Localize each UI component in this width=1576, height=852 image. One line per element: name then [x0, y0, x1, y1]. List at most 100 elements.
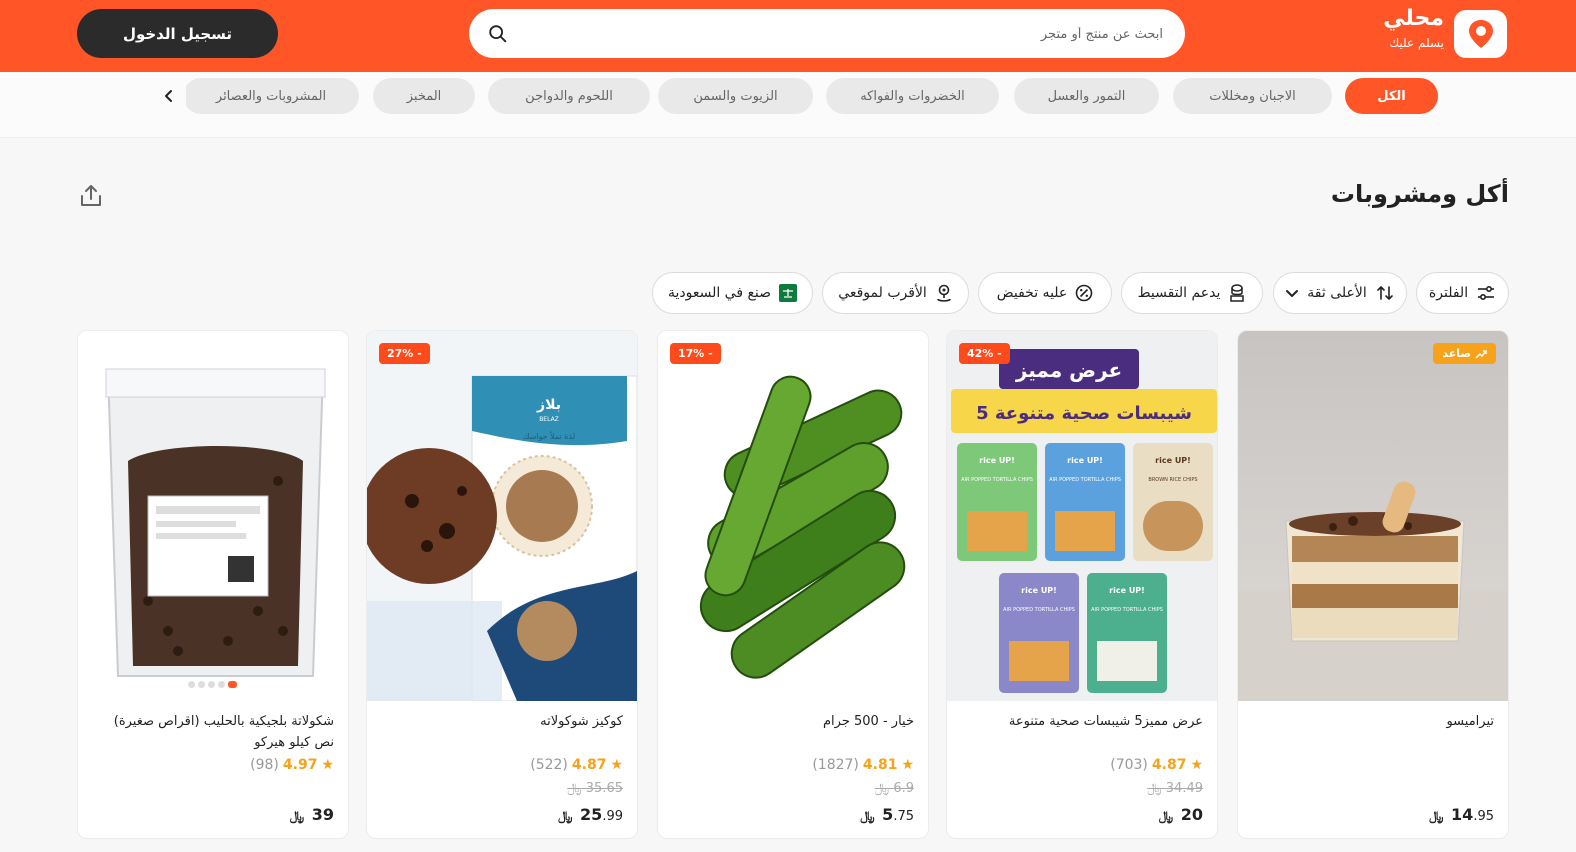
- search-icon[interactable]: [487, 23, 509, 45]
- pack-brand-label: rice UP!: [1155, 456, 1191, 465]
- sort-icon: [1376, 286, 1393, 300]
- chevron-left-icon: [165, 90, 172, 102]
- category-tab-oils-ghee[interactable]: الزيوت والسمن: [658, 78, 813, 114]
- product-rating: ★ 4.87 (703): [1110, 757, 1203, 773]
- pack-label: AIR POPPED TORTILLA CHIPS: [1049, 477, 1121, 483]
- location-pin-logo-icon: [1454, 10, 1507, 58]
- category-bar: الكل الاجبان ومخللات التمور والعسل الخضر…: [0, 72, 1576, 138]
- pack-brand-label: rice UP!: [1109, 586, 1145, 595]
- rating-value: 4.87: [1151, 757, 1187, 773]
- filter-installments[interactable]: يدعم التقسيط: [1121, 272, 1263, 314]
- filter-made-in-saudi[interactable]: صنع في السعودية: [652, 272, 813, 314]
- installments-label: يدعم التقسيط: [1137, 285, 1221, 301]
- discount-badge: 27% -: [379, 343, 430, 364]
- product-price: 20 ﷼: [1159, 805, 1203, 824]
- original-price: 34.49 ﷼: [1147, 781, 1203, 796]
- price-integer: 25: [580, 805, 603, 824]
- search-input[interactable]: [529, 23, 1163, 45]
- share-icon[interactable]: [77, 182, 105, 210]
- product-card[interactable]: شكولاتة بلجيكية بالحليب (اقراص صغيرة) نص…: [77, 330, 349, 839]
- rating-value: 4.81: [862, 757, 898, 773]
- star-icon: ★: [1190, 757, 1203, 773]
- riyal-currency-icon: ﷼: [289, 809, 305, 824]
- pack-brand-label: rice UP!: [1067, 456, 1103, 465]
- page-title: أكل ومشروبات: [1330, 180, 1509, 208]
- original-price-value: 6.9: [893, 781, 914, 796]
- riyal-currency-icon: ﷼: [1147, 781, 1162, 796]
- filter-nearest[interactable]: الأقرب لموقعي: [822, 272, 969, 314]
- product-price: 5.75 ﷼: [860, 805, 914, 824]
- category-tab-meat-poultry[interactable]: اللحوم والدواجن: [488, 78, 650, 114]
- pack-label: BROWN RICE CHIPS: [1148, 477, 1197, 483]
- search-bar[interactable]: [469, 9, 1185, 58]
- promo-banner-subtext: 5 شيبسات صحية متنوعة: [976, 403, 1192, 424]
- product-rating: ★ 4.87 (522): [530, 757, 623, 773]
- brand-name: محلي: [1383, 6, 1444, 31]
- price-integer: 14: [1451, 805, 1474, 824]
- price-integer: 20: [1180, 805, 1203, 824]
- price-integer: 5: [882, 805, 894, 824]
- discount-badge: 17% -: [670, 343, 721, 364]
- pack-label: AIR POPPED TORTILLA CHIPS: [1091, 607, 1163, 613]
- category-tab-drinks-juices[interactable]: المشروبات والعصائر: [183, 78, 359, 114]
- product-name: عرض مميز5 شيبسات صحية متنوعة: [1008, 714, 1203, 729]
- pack-brand-label: rice UP!: [1021, 586, 1057, 595]
- product-rating: ★ 4.97 (98): [250, 757, 334, 773]
- category-tab-bakery[interactable]: المخبز: [373, 78, 475, 114]
- category-tab-cheese-pickles[interactable]: الاجبان ومخللات: [1173, 78, 1332, 114]
- riyal-currency-icon: ﷼: [1158, 809, 1174, 824]
- rating-value: 4.87: [571, 757, 607, 773]
- installments-icon: [1230, 284, 1245, 302]
- percent-icon: [1075, 284, 1093, 302]
- product-name: خيار - 500 جرام: [823, 714, 914, 729]
- original-price: 6.9 ﷼: [875, 781, 914, 796]
- riyal-currency-icon: ﷼: [1429, 809, 1444, 824]
- cookie-tagline-text: لذة تملأ حواسك: [523, 431, 575, 441]
- product-image: [78, 331, 348, 701]
- filter-button[interactable]: الفلترة: [1416, 272, 1509, 314]
- category-tab-all[interactable]: الكل: [1345, 78, 1438, 114]
- pack-brand-label: rice UP!: [979, 456, 1015, 465]
- pack-label: AIR POPPED TORTILLA CHIPS: [961, 477, 1033, 483]
- badge-label: صاعد: [1442, 347, 1471, 360]
- product-name: كوكيز شوكولاته: [540, 714, 623, 729]
- star-icon: ★: [610, 757, 623, 773]
- product-image: بلاز BELAZ لذة تملأ حواسك: [367, 331, 637, 701]
- price-fraction: .95: [1473, 809, 1494, 824]
- filter-label: الفلترة: [1428, 285, 1469, 301]
- pack-label: AIR POPPED TORTILLA CHIPS: [1003, 607, 1075, 613]
- image-carousel-dots[interactable]: [188, 681, 237, 688]
- review-count: (98): [250, 757, 279, 773]
- price-fraction: .99: [602, 809, 623, 824]
- category-tab-vegetables-fruits[interactable]: الخضروات والفواكه: [826, 78, 999, 114]
- original-price-value: 35.65: [585, 781, 623, 796]
- product-image: [658, 331, 928, 701]
- review-count: (703): [1110, 757, 1148, 773]
- star-icon: ★: [901, 757, 914, 773]
- trending-badge: صاعد: [1433, 343, 1496, 364]
- saudi-flag-icon: [779, 284, 798, 302]
- riyal-currency-icon: ﷼: [874, 781, 890, 796]
- star-icon: ★: [321, 757, 334, 773]
- review-count: (1827): [812, 757, 859, 773]
- discounted-label: عليه تخفيض: [996, 285, 1068, 301]
- product-card[interactable]: عرض مميز 5 شيبسات صحية متنوعة rice UP! r…: [946, 330, 1218, 839]
- riyal-currency-icon: ﷼: [558, 809, 573, 824]
- original-price-value: 34.49: [1165, 781, 1203, 796]
- chevron-down-icon: [1286, 290, 1299, 297]
- made-in-saudi-label: صنع في السعودية: [667, 285, 772, 301]
- product-card[interactable]: 17% - خيار - 500 جرام ★ 4.81 (1827) 6.9 …: [657, 330, 929, 839]
- product-price: 14.95 ﷼: [1429, 805, 1494, 824]
- login-button[interactable]: تسجيل الدخول: [77, 9, 278, 58]
- sort-label: الأعلى ثقة: [1307, 285, 1367, 301]
- product-card[interactable]: صاعد تيراميسو 14.95 ﷼: [1237, 330, 1509, 839]
- category-tab-dates-honey[interactable]: التمور والعسل: [1014, 78, 1159, 114]
- sliders-icon: [1478, 285, 1495, 301]
- categories-scroll-left-button[interactable]: [152, 80, 186, 112]
- top-bar: تسجيل الدخول محلي يسلم عليك: [0, 0, 1576, 72]
- product-card[interactable]: بلاز BELAZ لذة تملأ حواسك 27% - كوكيز شو…: [366, 330, 638, 839]
- filter-discounted[interactable]: عليه تخفيض: [978, 272, 1112, 314]
- sort-most-trusted-dropdown[interactable]: الأعلى ثقة: [1273, 272, 1407, 314]
- discount-badge: 42% -: [959, 343, 1010, 364]
- original-price: 35.65 ﷼: [567, 781, 623, 796]
